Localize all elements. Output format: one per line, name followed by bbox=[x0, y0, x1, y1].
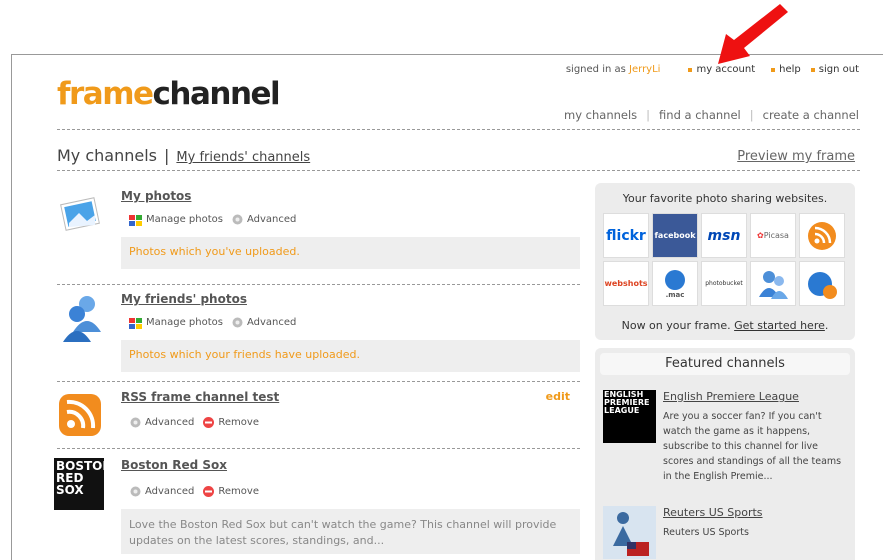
item-divider bbox=[57, 381, 580, 382]
featured-description: Reuters US Sports bbox=[663, 527, 749, 538]
users-icon[interactable] bbox=[750, 261, 796, 306]
channel-item: RSS frame channel test edit Advanced Rem… bbox=[57, 390, 580, 440]
featured-title[interactable]: Reuters US Sports bbox=[663, 506, 763, 519]
red-sox-thumbnail: BOSTON RED SOX bbox=[54, 458, 112, 510]
reuters-sports-thumbnail bbox=[603, 506, 656, 559]
my-account-link[interactable]: my account bbox=[688, 64, 755, 75]
channel-tabs: My channels | My friends' channels bbox=[57, 146, 310, 165]
photo-sites-panel: Your favorite photo sharing websites. fl… bbox=[595, 183, 855, 340]
globe-rss-icon[interactable] bbox=[799, 261, 845, 306]
nav-my-channels[interactable]: my channels bbox=[564, 108, 637, 122]
flickr-icon[interactable]: flickr bbox=[603, 213, 649, 258]
user-bar: signed in as JerryLi my account help sig… bbox=[566, 64, 859, 75]
channel-actions: Advanced Remove bbox=[129, 416, 259, 429]
signed-in-label: signed in as bbox=[565, 64, 626, 75]
channel-actions: Manage photos Advanced bbox=[129, 213, 296, 226]
nav-create-channel[interactable]: create a channel bbox=[763, 108, 859, 122]
remove-button[interactable]: Remove bbox=[202, 485, 259, 498]
advanced-button[interactable]: Advanced bbox=[231, 213, 296, 226]
nav-find-channel[interactable]: find a channel bbox=[659, 108, 741, 122]
msn-icon[interactable]: msn bbox=[701, 213, 747, 258]
item-divider bbox=[57, 448, 580, 449]
tab-my-channels[interactable]: My channels bbox=[57, 146, 157, 165]
channel-title[interactable]: My photos bbox=[121, 189, 191, 203]
advanced-button[interactable]: Advanced bbox=[231, 316, 296, 329]
channel-description: Photos which you've uploaded. bbox=[121, 237, 580, 269]
item-divider bbox=[57, 284, 580, 285]
gear-icon bbox=[130, 417, 141, 428]
header-divider bbox=[57, 129, 860, 130]
manage-photos-button[interactable]: Manage photos bbox=[129, 317, 223, 329]
remove-icon bbox=[203, 417, 215, 428]
channel-title[interactable]: My friends' photos bbox=[121, 292, 247, 306]
photo-sites-heading: Your favorite photo sharing websites. bbox=[622, 192, 828, 205]
channel-item: My photos Manage photos Advanced Photos … bbox=[57, 189, 580, 274]
manage-photos-icon bbox=[129, 214, 142, 226]
featured-item: ENGLISH PREMIERE LEAGUE English Premiere… bbox=[603, 390, 853, 490]
tabs-divider bbox=[57, 170, 860, 171]
photo-sites-grid: flickr facebook msn ✿ Picasa webshots .ma… bbox=[603, 213, 847, 306]
manage-photos-icon bbox=[129, 317, 142, 329]
picasa-icon[interactable]: ✿ Picasa bbox=[750, 213, 796, 258]
nav-separator: | bbox=[646, 108, 651, 122]
remove-icon bbox=[203, 486, 215, 497]
featured-title[interactable]: English Premiere League bbox=[663, 390, 799, 403]
gear-icon bbox=[232, 214, 243, 225]
manage-photos-button[interactable]: Manage photos bbox=[129, 214, 223, 226]
edit-link[interactable]: edit bbox=[546, 390, 570, 403]
bullet-icon bbox=[688, 67, 693, 72]
tab-separator: | bbox=[164, 146, 170, 165]
rss-icon[interactable] bbox=[799, 213, 845, 258]
channel-actions: Advanced Remove bbox=[129, 485, 259, 498]
red-arrow-annotation bbox=[718, 4, 788, 64]
channel-title[interactable]: RSS frame channel test bbox=[121, 390, 279, 404]
featured-item: Reuters US Sports Reuters US Sports bbox=[603, 506, 853, 559]
advanced-button[interactable]: Advanced bbox=[129, 485, 194, 498]
featured-panel: Featured channels ENGLISH PREMIERE LEAGU… bbox=[595, 348, 855, 560]
nav-separator: | bbox=[749, 108, 754, 122]
channel-description: Love the Boston Red Sox but can't watch … bbox=[121, 509, 580, 554]
tab-friends-channels[interactable]: My friends' channels bbox=[176, 150, 310, 165]
preview-frame-link[interactable]: Preview my frame bbox=[737, 149, 855, 164]
frame-border-left bbox=[11, 54, 12, 560]
framechannel-logo[interactable]: framechannel bbox=[57, 74, 281, 114]
main-nav: my channels | find a channel | create a … bbox=[564, 108, 859, 122]
remove-button[interactable]: Remove bbox=[202, 416, 259, 429]
rss-icon bbox=[59, 394, 101, 436]
photobucket-icon[interactable]: photobucket bbox=[701, 261, 747, 306]
channel-description: Photos which your friends have uploaded. bbox=[121, 340, 580, 372]
channel-item: BOSTON RED SOX Boston Red Sox Advanced R… bbox=[54, 458, 580, 558]
featured-description: Are you a soccer fan? If you can't watch… bbox=[663, 411, 842, 482]
friends-icon bbox=[63, 296, 101, 342]
gear-icon bbox=[130, 486, 141, 497]
channel-item: My friends' photos Manage photos Advance… bbox=[57, 292, 580, 377]
help-link[interactable]: help bbox=[771, 64, 801, 75]
advanced-button[interactable]: Advanced bbox=[129, 416, 194, 429]
photo-sites-footer: Now on your frame. Get started here. bbox=[621, 319, 829, 332]
sign-out-link[interactable]: sign out bbox=[810, 64, 859, 75]
username[interactable]: JerryLi bbox=[629, 64, 660, 75]
bullet-icon bbox=[771, 67, 776, 72]
premier-league-thumbnail: ENGLISH PREMIERE LEAGUE bbox=[603, 390, 656, 443]
featured-heading: Featured channels bbox=[600, 353, 850, 375]
webshots-icon[interactable]: webshots bbox=[603, 261, 649, 306]
channel-title[interactable]: Boston Red Sox bbox=[121, 458, 227, 472]
get-started-link[interactable]: Get started here bbox=[734, 319, 825, 332]
facebook-icon[interactable]: facebook bbox=[652, 213, 698, 258]
bullet-icon bbox=[810, 67, 815, 72]
channel-actions: Manage photos Advanced bbox=[129, 316, 296, 329]
gear-icon bbox=[232, 317, 243, 328]
photos-icon bbox=[60, 197, 100, 231]
dotmac-icon[interactable]: .mac bbox=[652, 261, 698, 306]
